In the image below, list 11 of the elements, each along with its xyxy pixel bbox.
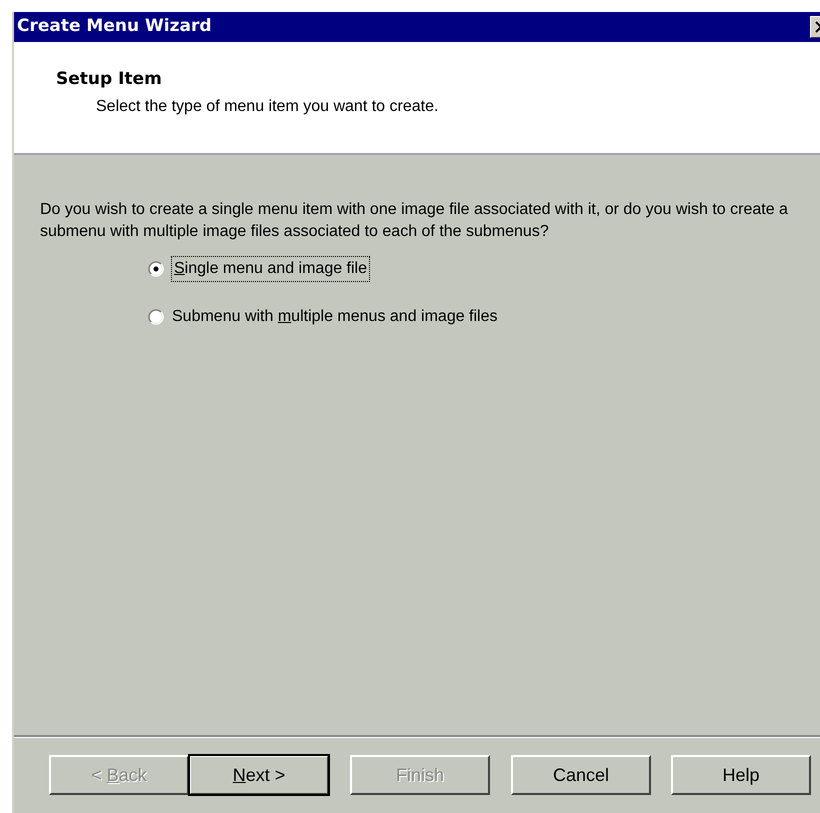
page-title: Setup Item [56,68,163,91]
radio-label[interactable]: Single menu and image file [172,257,370,281]
wizard-button[interactable]: Cancel [511,755,651,795]
radio-button[interactable] [148,261,164,277]
page-subtitle: Select the type of menu item you want to create. [95,96,440,116]
window-title: Create Menu Wizard [17,15,212,38]
radio-button[interactable] [148,309,164,325]
question-text: Do you wish to create a single menu item with one image file associated with it, or do you wish to create a submenu with multiple image files associated to each of the submenus? [40,200,789,242]
wizard-button[interactable]: Next > [189,755,329,795]
radio-label[interactable]: Submenu with multiple menus and image files [172,305,498,329]
wizard-button[interactable]: Help [671,755,811,795]
